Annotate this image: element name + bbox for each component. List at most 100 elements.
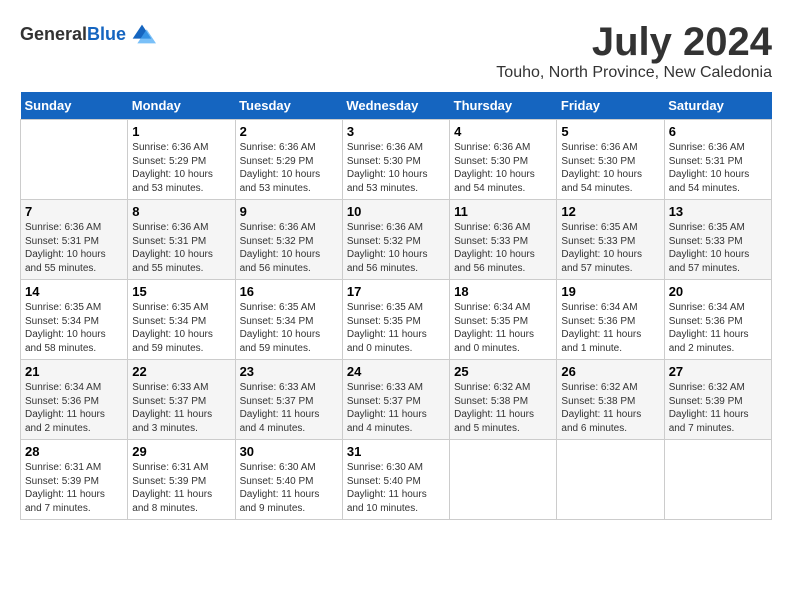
day-info: Sunrise: 6:35 AM Sunset: 5:33 PM Dayligh… (669, 221, 767, 275)
calendar-day-header: Monday (128, 92, 235, 120)
day-number: 26 (561, 364, 659, 379)
day-info: Sunrise: 6:36 AM Sunset: 5:30 PM Dayligh… (454, 141, 552, 195)
day-info: Sunrise: 6:35 AM Sunset: 5:34 PM Dayligh… (25, 301, 123, 355)
day-info: Sunrise: 6:35 AM Sunset: 5:34 PM Dayligh… (132, 301, 230, 355)
calendar-cell (557, 440, 664, 520)
day-info: Sunrise: 6:36 AM Sunset: 5:29 PM Dayligh… (132, 141, 230, 195)
location-title: Touho, North Province, New Caledonia (496, 64, 772, 82)
day-info: Sunrise: 6:32 AM Sunset: 5:39 PM Dayligh… (669, 381, 767, 435)
day-number: 25 (454, 364, 552, 379)
day-info: Sunrise: 6:35 AM Sunset: 5:35 PM Dayligh… (347, 301, 445, 355)
logo: GeneralBlue (20, 20, 156, 48)
calendar-cell (21, 120, 128, 200)
calendar-table: SundayMondayTuesdayWednesdayThursdayFrid… (20, 92, 772, 520)
day-info: Sunrise: 6:36 AM Sunset: 5:29 PM Dayligh… (240, 141, 338, 195)
day-info: Sunrise: 6:36 AM Sunset: 5:32 PM Dayligh… (347, 221, 445, 275)
calendar-cell: 22 Sunrise: 6:33 AM Sunset: 5:37 PM Dayli… (128, 360, 235, 440)
day-number: 6 (669, 124, 767, 139)
calendar-cell: 5 Sunrise: 6:36 AM Sunset: 5:30 PM Daylig… (557, 120, 664, 200)
day-info: Sunrise: 6:31 AM Sunset: 5:39 PM Dayligh… (25, 461, 123, 515)
day-number: 30 (240, 444, 338, 459)
calendar-cell: 1 Sunrise: 6:36 AM Sunset: 5:29 PM Daylig… (128, 120, 235, 200)
logo-blue: Blue (87, 24, 126, 44)
day-number: 3 (347, 124, 445, 139)
calendar-cell: 13 Sunrise: 6:35 AM Sunset: 5:33 PM Dayli… (664, 200, 771, 280)
day-number: 14 (25, 284, 123, 299)
logo-general: General (20, 24, 87, 44)
day-info: Sunrise: 6:30 AM Sunset: 5:40 PM Dayligh… (347, 461, 445, 515)
logo-icon (128, 20, 156, 48)
calendar-cell: 7Sunrise: 6:36 AM Sunset: 5:31 PM Daylig… (21, 200, 128, 280)
calendar-cell (664, 440, 771, 520)
calendar-cell: 31 Sunrise: 6:30 AM Sunset: 5:40 PM Dayli… (342, 440, 449, 520)
calendar-cell: 24 Sunrise: 6:33 AM Sunset: 5:37 PM Dayli… (342, 360, 449, 440)
calendar-cell: 25 Sunrise: 6:32 AM Sunset: 5:38 PM Dayli… (450, 360, 557, 440)
day-info: Sunrise: 6:34 AM Sunset: 5:36 PM Dayligh… (561, 301, 659, 355)
day-number: 27 (669, 364, 767, 379)
calendar-cell: 3 Sunrise: 6:36 AM Sunset: 5:30 PM Daylig… (342, 120, 449, 200)
calendar-cell: 14 Sunrise: 6:35 AM Sunset: 5:34 PM Dayli… (21, 280, 128, 360)
calendar-cell: 2 Sunrise: 6:36 AM Sunset: 5:29 PM Daylig… (235, 120, 342, 200)
day-info: Sunrise: 6:31 AM Sunset: 5:39 PM Dayligh… (132, 461, 230, 515)
day-info: Sunrise: 6:36 AM Sunset: 5:30 PM Dayligh… (561, 141, 659, 195)
day-number: 4 (454, 124, 552, 139)
day-info: Sunrise: 6:34 AM Sunset: 5:36 PM Dayligh… (25, 381, 123, 435)
day-info: Sunrise: 6:30 AM Sunset: 5:40 PM Dayligh… (240, 461, 338, 515)
day-number: 28 (25, 444, 123, 459)
day-info: Sunrise: 6:36 AM Sunset: 5:31 PM Dayligh… (25, 221, 123, 275)
day-number: 18 (454, 284, 552, 299)
calendar-cell: 26Sunrise: 6:32 AM Sunset: 5:38 PM Dayli… (557, 360, 664, 440)
day-number: 5 (561, 124, 659, 139)
day-number: 23 (240, 364, 338, 379)
day-info: Sunrise: 6:34 AM Sunset: 5:35 PM Dayligh… (454, 301, 552, 355)
day-number: 12 (561, 204, 659, 219)
calendar-cell: 9Sunrise: 6:36 AM Sunset: 5:32 PM Daylig… (235, 200, 342, 280)
logo-text: GeneralBlue (20, 24, 126, 45)
calendar-week-row: 14 Sunrise: 6:35 AM Sunset: 5:34 PM Dayli… (21, 280, 772, 360)
day-number: 22 (132, 364, 230, 379)
day-number: 21 (25, 364, 123, 379)
day-number: 31 (347, 444, 445, 459)
month-title: July 2024 (496, 20, 772, 64)
calendar-cell: 29Sunrise: 6:31 AM Sunset: 5:39 PM Dayli… (128, 440, 235, 520)
calendar-cell (450, 440, 557, 520)
calendar-cell: 23Sunrise: 6:33 AM Sunset: 5:37 PM Dayli… (235, 360, 342, 440)
title-section: July 2024 Touho, North Province, New Cal… (496, 20, 772, 82)
day-number: 2 (240, 124, 338, 139)
calendar-week-row: 21 Sunrise: 6:34 AM Sunset: 5:36 PM Dayli… (21, 360, 772, 440)
calendar-day-header: Friday (557, 92, 664, 120)
day-info: Sunrise: 6:35 AM Sunset: 5:34 PM Dayligh… (240, 301, 338, 355)
day-info: Sunrise: 6:33 AM Sunset: 5:37 PM Dayligh… (347, 381, 445, 435)
calendar-cell: 16 Sunrise: 6:35 AM Sunset: 5:34 PM Dayli… (235, 280, 342, 360)
day-info: Sunrise: 6:36 AM Sunset: 5:31 PM Dayligh… (669, 141, 767, 195)
day-info: Sunrise: 6:36 AM Sunset: 5:33 PM Dayligh… (454, 221, 552, 275)
page-header: GeneralBlue July 2024 Touho, North Provi… (20, 20, 772, 82)
day-info: Sunrise: 6:33 AM Sunset: 5:37 PM Dayligh… (132, 381, 230, 435)
calendar-cell: 10 Sunrise: 6:36 AM Sunset: 5:32 PM Dayli… (342, 200, 449, 280)
day-number: 8 (132, 204, 230, 219)
calendar-cell: 15 Sunrise: 6:35 AM Sunset: 5:34 PM Dayli… (128, 280, 235, 360)
day-number: 11 (454, 204, 552, 219)
calendar-cell: 17 Sunrise: 6:35 AM Sunset: 5:35 PM Dayli… (342, 280, 449, 360)
calendar-cell: 12Sunrise: 6:35 AM Sunset: 5:33 PM Dayli… (557, 200, 664, 280)
calendar-cell: 18 Sunrise: 6:34 AM Sunset: 5:35 PM Dayli… (450, 280, 557, 360)
day-info: Sunrise: 6:36 AM Sunset: 5:30 PM Dayligh… (347, 141, 445, 195)
day-number: 9 (240, 204, 338, 219)
day-info: Sunrise: 6:36 AM Sunset: 5:31 PM Dayligh… (132, 221, 230, 275)
day-number: 1 (132, 124, 230, 139)
calendar-header-row: SundayMondayTuesdayWednesdayThursdayFrid… (21, 92, 772, 120)
day-info: Sunrise: 6:34 AM Sunset: 5:36 PM Dayligh… (669, 301, 767, 355)
day-number: 15 (132, 284, 230, 299)
calendar-cell: 28 Sunrise: 6:31 AM Sunset: 5:39 PM Dayli… (21, 440, 128, 520)
day-number: 24 (347, 364, 445, 379)
calendar-cell: 20 Sunrise: 6:34 AM Sunset: 5:36 PM Dayli… (664, 280, 771, 360)
calendar-week-row: 28 Sunrise: 6:31 AM Sunset: 5:39 PM Dayli… (21, 440, 772, 520)
day-number: 16 (240, 284, 338, 299)
day-number: 17 (347, 284, 445, 299)
day-number: 10 (347, 204, 445, 219)
calendar-week-row: 1 Sunrise: 6:36 AM Sunset: 5:29 PM Daylig… (21, 120, 772, 200)
day-number: 13 (669, 204, 767, 219)
day-number: 20 (669, 284, 767, 299)
day-info: Sunrise: 6:32 AM Sunset: 5:38 PM Dayligh… (454, 381, 552, 435)
calendar-cell: 8 Sunrise: 6:36 AM Sunset: 5:31 PM Daylig… (128, 200, 235, 280)
